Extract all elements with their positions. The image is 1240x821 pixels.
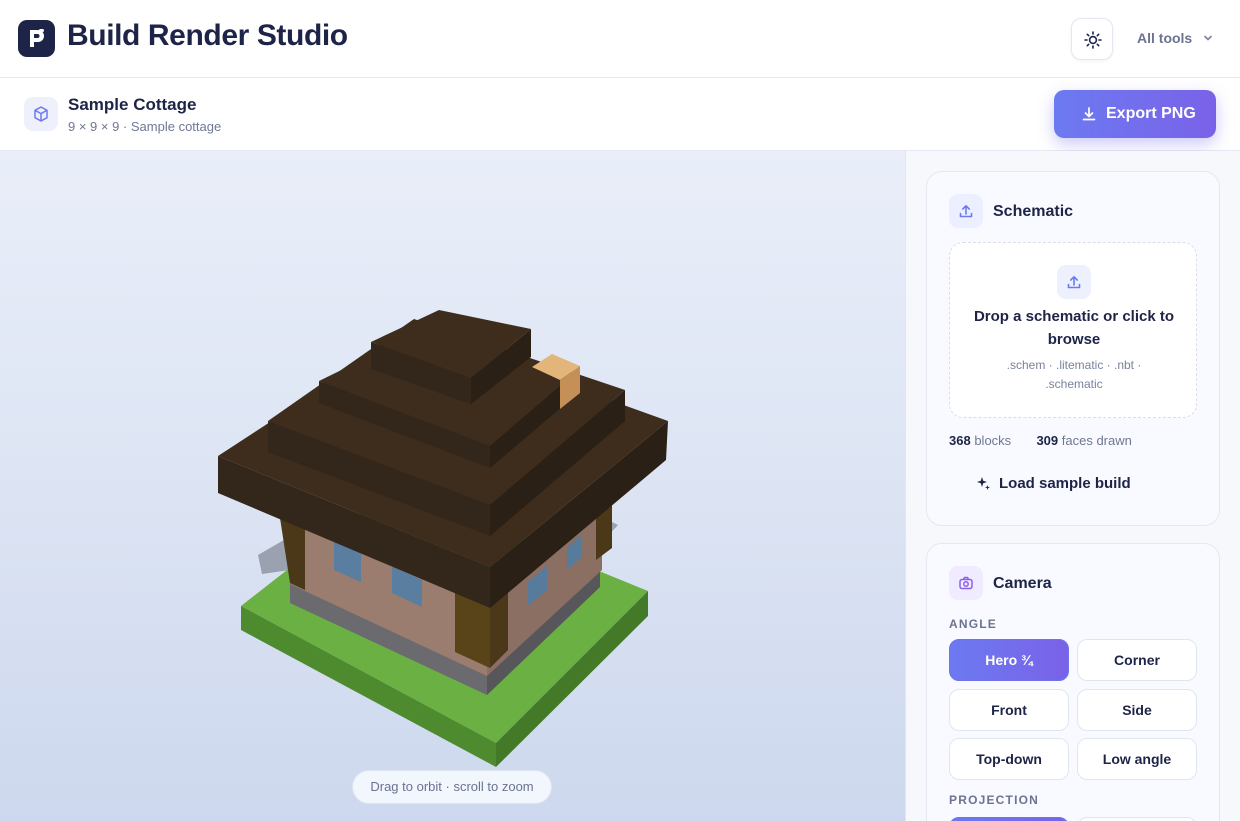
schematic-dropzone[interactable]: Drop a schematic or click to browse .sch…: [949, 242, 1197, 418]
render-viewport[interactable]: Drag to orbit · scroll to zoom: [0, 151, 906, 821]
build-meta: 9 × 9 × 9 · Sample cottage: [68, 119, 222, 134]
build-header: Sample Cottage 9 × 9 × 9 · Sample cottag…: [0, 78, 1240, 151]
export-label: Export PNG: [1106, 105, 1196, 122]
angle-topdown-button[interactable]: Top-down: [949, 738, 1069, 780]
angle-low-button[interactable]: Low angle: [1077, 738, 1197, 780]
blocks-label: blocks: [974, 433, 1012, 448]
dropzone-title: Drop a schematic or click to browse: [973, 308, 1175, 348]
cottage-render[interactable]: [0, 151, 906, 821]
theme-toggle-button[interactable]: [1071, 18, 1113, 60]
sun-icon: [1084, 31, 1102, 49]
load-sample-label: Load sample build: [999, 475, 1131, 492]
camera-title: Camera: [993, 575, 1052, 592]
blocks-count: 368: [949, 433, 971, 448]
camera-card: Camera ANGLE Hero ¾ Corner Front Side To…: [926, 543, 1220, 821]
angle-side-button[interactable]: Side: [1077, 689, 1197, 731]
all-tools-menu[interactable]: All tools: [1137, 30, 1214, 47]
load-sample-button[interactable]: Load sample build: [977, 475, 1131, 492]
render-stats: 368 blocks 309 faces drawn: [949, 433, 1132, 448]
cube-icon: [24, 97, 58, 131]
upload-icon: [1057, 265, 1091, 299]
export-png-button[interactable]: Export PNG: [1054, 90, 1216, 138]
upload-icon: [949, 194, 983, 228]
projection-option-1[interactable]: [949, 817, 1069, 821]
angle-corner-button[interactable]: Corner: [1077, 639, 1197, 681]
orbit-hint: Drag to orbit · scroll to zoom: [352, 770, 552, 804]
app-logo-icon[interactable]: [18, 20, 55, 57]
chevron-down-icon: [1202, 31, 1214, 47]
projection-section-label: PROJECTION: [949, 793, 1040, 807]
camera-icon: [949, 566, 983, 600]
projection-option-2[interactable]: [1077, 817, 1197, 821]
download-icon: [1082, 107, 1096, 121]
build-name: Sample Cottage: [68, 95, 197, 114]
all-tools-label: All tools: [1137, 30, 1193, 46]
faces-count: 309: [1036, 433, 1059, 448]
faces-label: faces drawn: [1061, 433, 1132, 448]
top-header: Build Render Studio All tools: [0, 0, 1240, 78]
angle-front-button[interactable]: Front: [949, 689, 1069, 731]
angle-section-label: ANGLE: [949, 617, 997, 631]
schematic-card: Schematic Drop a schematic or click to b…: [926, 171, 1220, 526]
sidebar: Schematic Drop a schematic or click to b…: [906, 151, 1240, 821]
schematic-title: Schematic: [993, 203, 1074, 220]
angle-hero-button[interactable]: Hero ¾: [949, 639, 1069, 681]
sparkle-icon: [977, 477, 990, 490]
app-title: Build Render Studio: [67, 19, 348, 52]
dropzone-formats: .schem · .litematic · .nbt · .schematic: [1006, 358, 1142, 391]
